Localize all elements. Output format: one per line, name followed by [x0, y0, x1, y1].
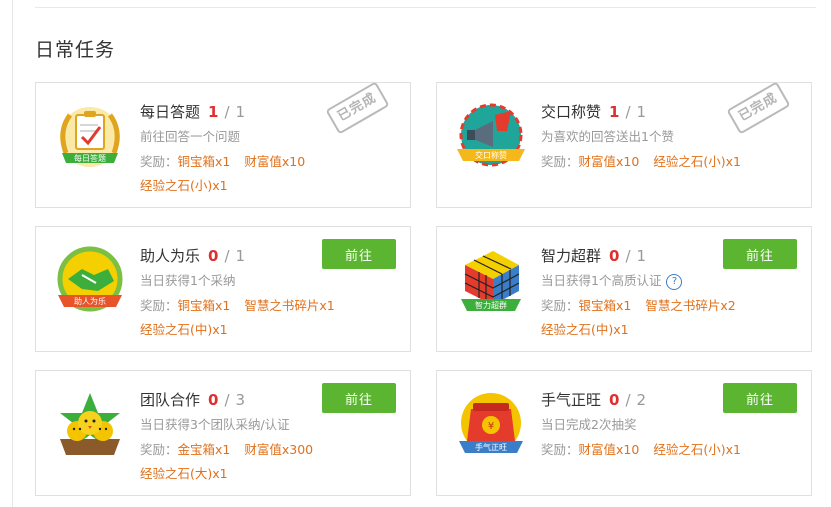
completed-stamp: 已完成 — [325, 81, 396, 146]
task-name: 助人为乐 — [140, 247, 201, 265]
reward-item: 经验之石(中)x1 — [140, 322, 228, 337]
rubik-cube-icon: 智力超群 — [453, 245, 529, 321]
task-progress-total: 1 — [235, 247, 246, 265]
reward-item: 智慧之书碎片x1 — [244, 298, 335, 313]
task-progress-total: 1 — [636, 103, 647, 121]
svg-text:助人为乐: 助人为乐 — [74, 296, 106, 306]
reward-item: 经验之石(小)x1 — [140, 178, 228, 193]
reward-item: 财富值x300 — [244, 442, 314, 457]
svg-text:¥: ¥ — [488, 421, 494, 432]
daily-answer-icon: 每日答题 — [52, 101, 128, 177]
task-progress-separator: / — [224, 247, 230, 265]
lucky-bag-icon: ¥ 手气正旺 — [453, 389, 529, 465]
task-card-teamwork: 团队合作 0 / 3 当日获得3个团队采纳/认证 奖励：金宝箱x1 财富值x300 经验之… — [35, 370, 411, 496]
go-button[interactable]: 前往 — [723, 383, 797, 413]
task-progress-separator: / — [625, 391, 631, 409]
page-left-divider — [12, 0, 13, 507]
reward-item: 金宝箱x1 — [177, 442, 231, 457]
task-card-praise: 交口称赞 交口称赞 1 / 1 为喜欢的回答送出1个赞 奖励：财富值x10 经验之石(小… — [436, 81, 812, 208]
task-name: 每日答题 — [140, 103, 201, 121]
task-progress-current: 0 — [208, 391, 219, 409]
megaphone-icon: 交口称赞 — [453, 101, 529, 177]
task-description: 当日获得1个高质认证? — [541, 270, 683, 290]
team-chicks-icon — [52, 389, 128, 465]
task-title: 团队合作 0 / 3 — [140, 389, 245, 410]
section-top-divider — [35, 7, 816, 8]
reward-item: 智慧之书碎片x2 — [645, 298, 736, 313]
reward-item: 银宝箱x1 — [578, 298, 632, 313]
reward-item: 经验之石(中)x1 — [541, 322, 629, 337]
task-name: 交口称赞 — [541, 103, 602, 121]
task-name: 团队合作 — [140, 391, 201, 409]
task-progress-total: 1 — [235, 103, 246, 121]
task-name: 手气正旺 — [541, 391, 602, 409]
task-description: 为喜欢的回答送出1个赞 — [541, 129, 674, 144]
task-description: 前往回答一个问题 — [140, 129, 241, 144]
task-rewards: 奖励：银宝箱x1 智慧之书碎片x2 经验之石(中)x1 — [541, 294, 803, 342]
task-description: 当日获得1个采纳 — [140, 273, 236, 288]
task-progress-separator: / — [625, 103, 631, 121]
task-description-text: 当日获得1个高质认证 — [541, 273, 662, 288]
reward-item: 财富值x10 — [244, 154, 306, 169]
svg-text:手气正旺: 手气正旺 — [475, 442, 507, 452]
go-button[interactable]: 前往 — [322, 239, 396, 269]
task-rewards: 奖励：金宝箱x1 财富值x300 经验之石(大)x1 — [140, 438, 402, 486]
task-title: 交口称赞 1 / 1 — [541, 101, 646, 122]
task-rewards: 奖励：铜宝箱x1 智慧之书碎片x1 经验之石(中)x1 — [140, 294, 402, 342]
task-name: 智力超群 — [541, 247, 602, 265]
task-progress-total: 2 — [636, 391, 647, 409]
reward-label: 奖励： — [541, 298, 579, 313]
task-description: 当日获得3个团队采纳/认证 — [140, 417, 290, 432]
task-progress-separator: / — [224, 391, 230, 409]
task-progress-current: 1 — [609, 103, 620, 121]
completed-stamp: 已完成 — [726, 81, 797, 146]
task-rewards: 奖励：财富值x10 经验之石(小)x1 — [541, 150, 803, 174]
reward-item: 经验之石(大)x1 — [140, 466, 228, 481]
task-title: 每日答题 1 / 1 — [140, 101, 245, 122]
task-progress-total: 3 — [235, 391, 246, 409]
reward-item: 财富值x10 — [578, 154, 640, 169]
task-description: 当日完成2次抽奖 — [541, 417, 637, 432]
task-progress-current: 0 — [208, 247, 219, 265]
task-title: 智力超群 0 / 1 — [541, 245, 646, 266]
task-title: 手气正旺 0 / 2 — [541, 389, 646, 410]
task-rewards: 奖励：铜宝箱x1 财富值x10 经验之石(小)x1 — [140, 150, 402, 198]
reward-label: 奖励： — [541, 442, 579, 457]
task-progress-current: 0 — [609, 247, 620, 265]
help-icon[interactable]: ? — [666, 274, 683, 290]
reward-item: 铜宝箱x1 — [177, 154, 231, 169]
reward-label: 奖励： — [140, 154, 178, 169]
reward-item: 经验之石(小)x1 — [653, 154, 741, 169]
reward-label: 奖励： — [140, 298, 178, 313]
section-title: 日常任务 — [35, 39, 116, 61]
task-progress-current: 1 — [208, 103, 219, 121]
task-progress-current: 0 — [609, 391, 620, 409]
task-progress-separator: / — [224, 103, 230, 121]
task-card-helping: 助人为乐 助人为乐 0 / 1 当日获得1个采纳 奖励：铜宝箱x1 智慧之书碎片x1 经验… — [35, 226, 411, 352]
reward-item: 铜宝箱x1 — [177, 298, 231, 313]
reward-item: 财富值x10 — [578, 442, 640, 457]
task-title: 助人为乐 0 / 1 — [140, 245, 245, 266]
task-progress-total: 1 — [636, 247, 647, 265]
task-progress-separator: / — [625, 247, 631, 265]
task-card-daily-answer: 每日答题 每日答题 1 / 1 前往回答一个问题 奖励：铜宝箱x1 财富值x10 经验之石… — [35, 81, 411, 208]
reward-label: 奖励： — [140, 442, 178, 457]
task-rewards: 奖励：财富值x10 经验之石(小)x1 — [541, 438, 803, 462]
reward-item: 经验之石(小)x1 — [653, 442, 741, 457]
svg-text:每日答题: 每日答题 — [74, 153, 106, 163]
handshake-icon: 助人为乐 — [52, 245, 128, 321]
svg-text:智力超群: 智力超群 — [475, 300, 507, 310]
task-card-lucky: ¥ 手气正旺 手气正旺 0 / 2 当日完成2次抽奖 奖励：财富值x10 经验之石(小)… — [436, 370, 812, 496]
svg-text:交口称赞: 交口称赞 — [475, 150, 507, 160]
task-card-intelligence: 智力超群 智力超群 0 / 1 当日获得1个高质认证? 奖励：银宝箱x1 智慧之书碎片x… — [436, 226, 812, 352]
reward-label: 奖励： — [541, 154, 579, 169]
go-button[interactable]: 前往 — [723, 239, 797, 269]
go-button[interactable]: 前往 — [322, 383, 396, 413]
